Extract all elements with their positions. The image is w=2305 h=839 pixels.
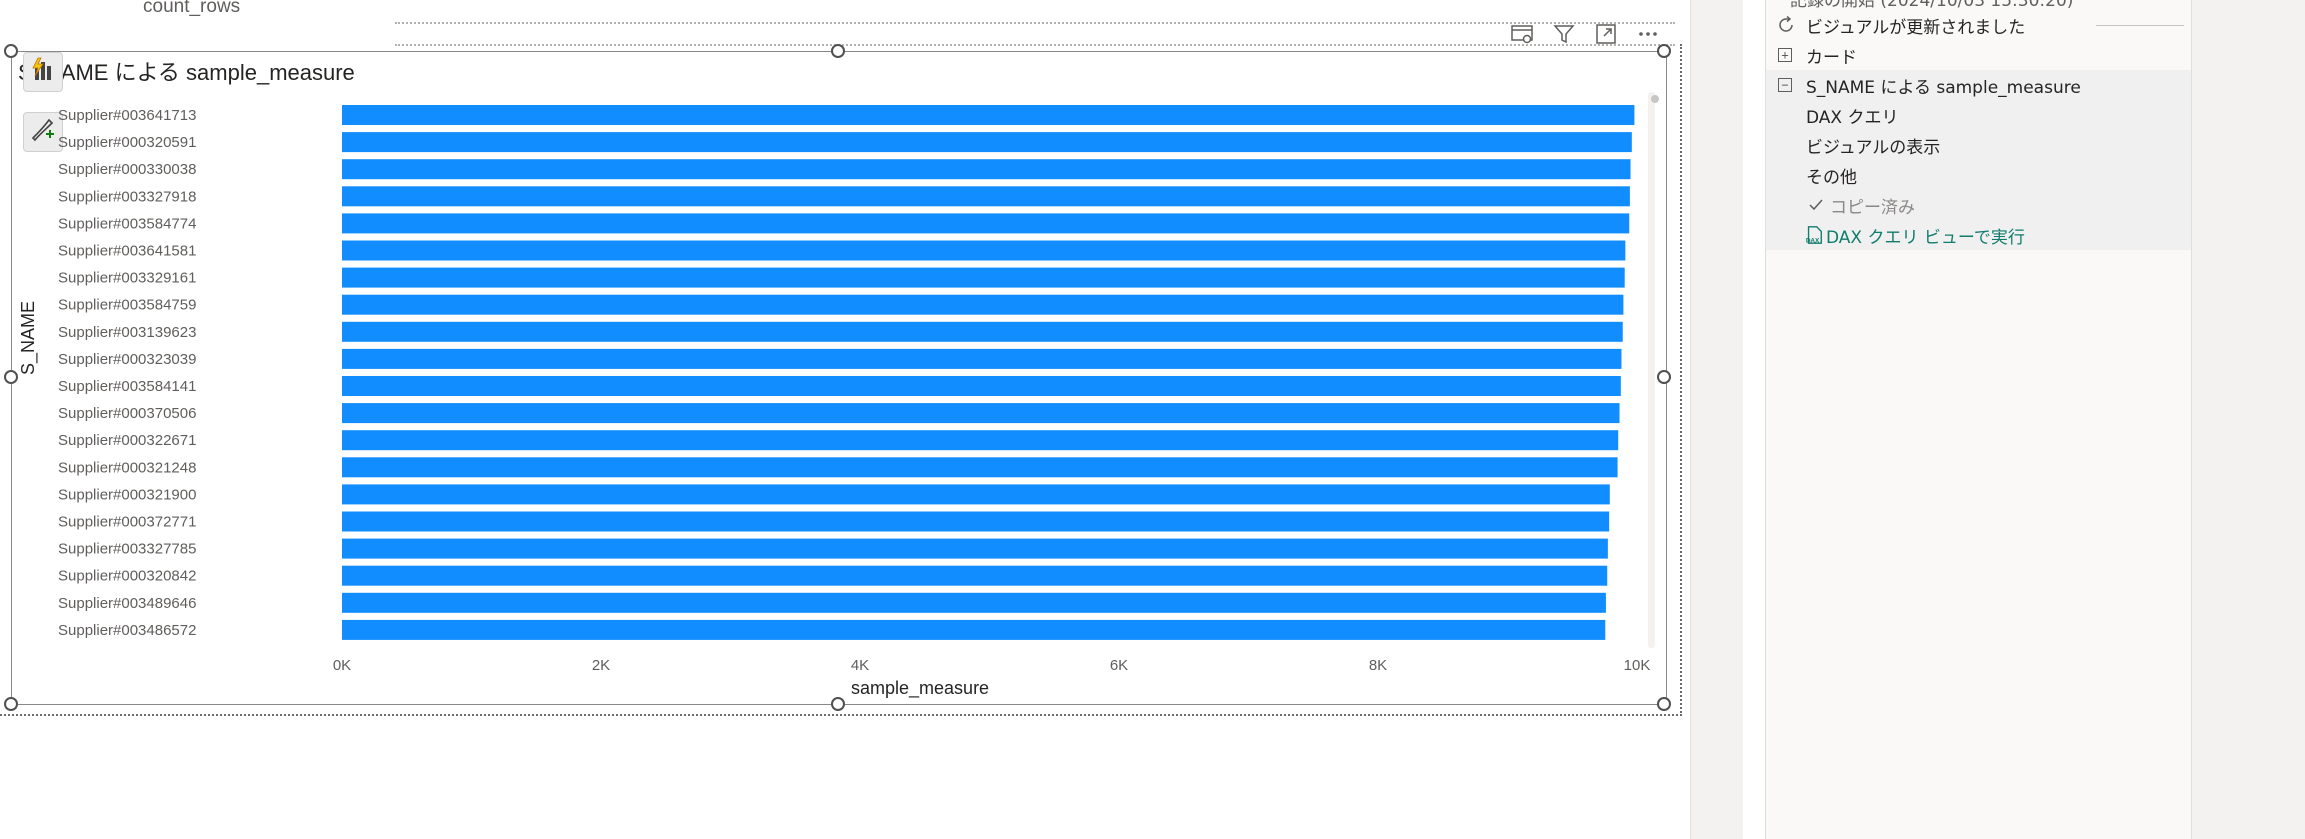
bar[interactable] xyxy=(342,105,1635,125)
category-label: Supplier#003327785 xyxy=(58,541,196,558)
other-row: その他 xyxy=(1766,160,2191,190)
bar[interactable] xyxy=(342,565,1608,586)
category-label: Supplier#003584774 xyxy=(58,215,196,232)
x-tick-label: 6K xyxy=(1110,657,1128,674)
collapse-icon[interactable]: − xyxy=(1778,78,1792,92)
row-label: コピー済み xyxy=(1830,197,1915,218)
chart-scrollbar-thumb[interactable] xyxy=(1651,95,1659,103)
fields-pane-collapsed xyxy=(2191,0,2305,839)
refresh-icon xyxy=(1776,15,1796,35)
visual-display-row: ビジュアルの表示 xyxy=(1766,130,2191,160)
category-label: Supplier#003489646 xyxy=(58,595,196,612)
x-tick-label: 4K xyxy=(851,657,869,674)
row-label: その他 xyxy=(1806,167,1857,188)
expand-icon[interactable]: + xyxy=(1778,48,1792,62)
row-label: S_NAME による sample_measure xyxy=(1806,77,2081,98)
row-label: カード xyxy=(1806,47,1857,68)
card-row[interactable]: + カード xyxy=(1766,40,2191,70)
bar[interactable] xyxy=(342,348,1622,369)
bar[interactable] xyxy=(342,403,1620,424)
category-label: Supplier#003641713 xyxy=(58,107,196,124)
y-axis-title: S_NAME xyxy=(18,300,38,375)
row-label: ビジュアルの表示 xyxy=(1806,137,1941,158)
bar[interactable] xyxy=(342,213,1630,234)
bar[interactable] xyxy=(342,592,1606,613)
category-label: Supplier#003329161 xyxy=(58,270,196,287)
check-icon xyxy=(1806,195,1826,215)
category-label: Supplier#003327918 xyxy=(58,188,196,205)
category-label: Supplier#003641581 xyxy=(58,243,196,260)
svg-text:DAX: DAX xyxy=(1806,237,1820,244)
row-label: DAX クエリ ビューで実行 xyxy=(1826,227,2025,248)
bar[interactable] xyxy=(342,457,1618,478)
bar[interactable] xyxy=(342,267,1625,288)
x-tick-label: 2K xyxy=(592,657,610,674)
category-label: Supplier#000322671 xyxy=(58,432,196,449)
row-label: DAX クエリ xyxy=(1806,107,1899,128)
bar[interactable] xyxy=(342,511,1610,532)
bar[interactable] xyxy=(342,484,1610,505)
bar[interactable] xyxy=(342,430,1619,451)
bar[interactable] xyxy=(342,294,1624,315)
category-label: Supplier#000330038 xyxy=(58,161,196,178)
category-label: Supplier#000321248 xyxy=(58,459,196,476)
category-label: Supplier#000370506 xyxy=(58,405,196,422)
bar[interactable] xyxy=(342,538,1608,559)
bar[interactable] xyxy=(342,376,1621,396)
dax-icon: DAX xyxy=(1804,225,1824,245)
category-label: Supplier#000321900 xyxy=(58,486,196,503)
run-in-dax-query-view-link[interactable]: DAX DAX クエリ ビューで実行 xyxy=(1766,220,2191,250)
category-label: Supplier#000320591 xyxy=(58,134,196,151)
visual-refreshed-row[interactable]: ビジュアルが更新されました xyxy=(1766,10,2191,40)
dax-query-row: DAX クエリ xyxy=(1766,100,2191,130)
row-label: ビジュアルが更新されました xyxy=(1806,17,2026,38)
category-label: Supplier#000320842 xyxy=(58,568,196,585)
x-tick-label: 10K xyxy=(1624,657,1651,674)
category-label: Supplier#003584759 xyxy=(58,297,196,314)
category-label: Supplier#003139623 xyxy=(58,324,196,341)
report-canvas: count_rows S_NAME による sample_measure Sup… xyxy=(0,0,1690,839)
category-label: Supplier#003486572 xyxy=(58,622,196,639)
x-axis-title: sample_measure xyxy=(851,678,990,698)
bar-chart-row[interactable]: − S_NAME による sample_measure xyxy=(1766,70,2191,100)
chart-scrollbar[interactable] xyxy=(1648,92,1655,648)
category-label: Supplier#000372771 xyxy=(58,514,196,531)
bar[interactable] xyxy=(342,186,1630,207)
x-tick-label: 0K xyxy=(333,657,351,674)
bar-chart-plot: Supplier#003641713 Supplier#000320591 Supp… xyxy=(58,105,1651,674)
copied-row: コピー済み xyxy=(1766,190,2191,220)
bar[interactable] xyxy=(342,321,1623,342)
bar[interactable] xyxy=(342,132,1632,153)
bar[interactable] xyxy=(342,619,1606,640)
bar[interactable] xyxy=(342,159,1631,180)
bar[interactable] xyxy=(342,240,1626,261)
category-label: Supplier#000323039 xyxy=(58,351,196,368)
category-label: Supplier#003584141 xyxy=(58,378,196,395)
x-tick-label: 8K xyxy=(1369,657,1387,674)
pane-divider xyxy=(1690,0,1743,839)
